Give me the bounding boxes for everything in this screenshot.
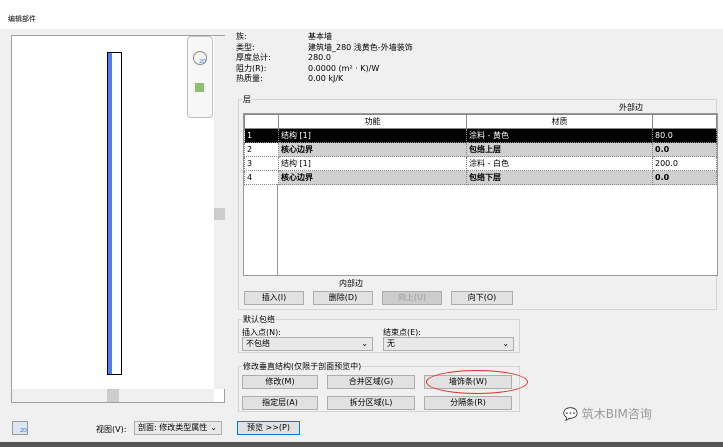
title-bar: 编辑部件 [0,0,723,29]
chevron-down-icon: ⌄ [210,422,217,434]
wechat-icon: 💬 [563,407,578,421]
assign-layers-button[interactable]: 指定层(A) [242,396,318,410]
row-num: 1 [244,128,279,143]
wrapping-label: 默认包络 [242,314,276,325]
thickness-cell[interactable]: 0.0 [652,142,717,157]
view-select[interactable]: 剖面: 修改类型属性 ⌄ [134,421,222,435]
layers-label: 层 [242,94,252,105]
thermal-mass-value: 0.00 kJ/K [308,74,344,83]
preview-pane[interactable]: 2D [11,35,225,403]
taskbar-edge [0,442,723,447]
thickness-value: 280.0 [308,53,331,62]
modify-label: 修改垂直结构(仅限于剖面预览中) [242,361,363,372]
watermark: 💬 筑木BIM咨询 [563,405,652,422]
info-label: 阻力(R): [236,63,267,73]
select-value: 剖面: 修改类型属性 [138,423,208,432]
end-point-select[interactable]: 无 ⌄ [383,337,514,351]
thickness-cell[interactable]: 200.0 [652,156,717,171]
reveals-button[interactable]: 分隔条(R) [424,396,512,410]
family-value: 基本墙 [308,32,332,41]
select-value: 不包络 [246,339,270,348]
material-cell[interactable]: 涂料 - 白色 [466,156,653,171]
thickness-cell[interactable]: 0.0 [652,170,717,185]
function-cell[interactable]: 核心边界 [278,170,467,185]
table-row[interactable]: 3 结构 [1] 涂料 - 白色 200.0 [244,156,717,171]
horizontal-scrollbar[interactable] [12,389,214,402]
function-cell[interactable]: 结构 [1] [278,156,467,171]
info-label: 类型: [236,42,255,52]
col-header-function: 功能 [278,114,467,129]
default-wrapping-group: 默认包络 插入点(N): 不包络 ⌄ 结束点(E): 无 ⌄ [238,314,520,353]
row-num: 3 [244,156,279,171]
insert-button[interactable]: 插入(I) [244,291,304,305]
thickness-cell[interactable]: 80.0 [652,128,717,143]
layers-group: 层 外部边 功能 材质 1 结构 [1] 涂料 - 黄色 80.0 2 核心边界 包络上层 0… [238,94,718,310]
delete-button[interactable]: 删除(D) [313,291,373,305]
highlight-circle [426,370,528,394]
info-label: 厚度总计: [236,53,271,62]
col-header-thickness [652,114,717,129]
col-header-material: 材质 [466,114,653,129]
view-label: 视图(V): [96,425,127,434]
navigation-bar[interactable]: 2D [187,36,213,118]
type-value: 建筑墙_280 浅黄色-外墙装饰 [308,42,413,52]
material-cell[interactable]: 涂料 - 黄色 [466,128,653,143]
table-row[interactable]: 4 核心边界 包络下层 0.0 [244,170,717,185]
vertical-scrollbar[interactable] [214,36,225,389]
finish-layer [108,53,112,374]
col-header [244,114,279,129]
chevron-down-icon: ⌄ [502,339,509,348]
window-title: 编辑部件 [8,15,36,23]
merge-regions-button[interactable]: 合并区域(G) [327,375,415,389]
watermark-text: 筑木BIM咨询 [581,407,652,421]
chevron-down-icon: ⌄ [361,339,368,348]
interior-side-label: 内部边 [339,279,363,288]
insert-point-select[interactable]: 不包络 ⌄ [242,337,373,351]
layers-table[interactable]: 功能 材质 1 结构 [1] 涂料 - 黄色 80.0 2 核心边界 包络上层 0.0 3 结构… [243,113,718,276]
material-cell[interactable]: 包络下层 [466,170,653,185]
zoom-region-icon[interactable] [195,83,204,92]
scroll-thumb[interactable] [214,208,225,220]
select-value: 无 [387,339,395,348]
scroll-thumb[interactable] [107,389,119,402]
exterior-side-label: 外部边 [619,103,643,112]
info-label: 热质量: [236,74,263,83]
material-cell[interactable]: 包络上层 [466,142,653,157]
steering-wheel-2d-icon[interactable]: 2D [193,51,207,65]
row-num: 4 [244,170,279,185]
wall-section-preview [107,52,122,375]
move-down-button[interactable]: 向下(O) [451,291,513,305]
function-cell[interactable]: 结构 [1] [278,128,467,143]
preview-button[interactable]: 预览 >>(P) [237,421,300,435]
split-region-button[interactable]: 拆分区域(L) [327,396,415,410]
info-label: 族: [236,32,247,41]
table-row[interactable]: 2 核心边界 包络上层 0.0 [244,142,717,157]
resistance-value: 0.0000 (m² · K)/W [308,63,380,73]
table-row[interactable]: 1 结构 [1] 涂料 - 黄色 80.0 [244,128,717,143]
move-up-button[interactable]: 向上(U) [382,291,442,305]
row-num: 2 [244,142,279,157]
function-cell[interactable]: 核心边界 [278,142,467,157]
modify-button[interactable]: 修改(M) [242,375,318,389]
steering-wheel-2d-icon[interactable]: 2D [12,421,28,435]
type-info: 族: 基本墙 类型: 建筑墙_280 浅黄色-外墙装饰 厚度总计: 280.0 阻力(… [236,32,413,85]
